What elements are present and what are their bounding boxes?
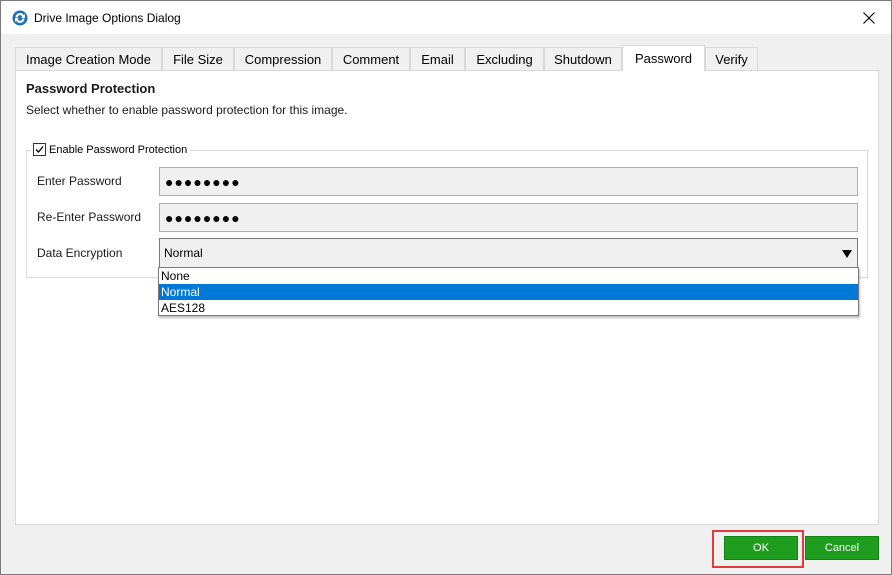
tab-file-size[interactable]: File Size [162,47,234,71]
tab-verify[interactable]: Verify [705,47,758,71]
data-encryption-label: Data Encryption [37,246,123,260]
dropdown-option-aes128[interactable]: AES128 [159,300,858,316]
close-button[interactable] [847,2,891,33]
reenter-password-label: Re-Enter Password [37,210,142,224]
checkmark-icon [35,146,44,153]
ok-button-highlight [712,530,804,568]
reenter-password-field[interactable]: ●●●●●●●● [159,203,858,232]
section-description: Select whether to enable password protec… [26,103,348,117]
tab-image-creation-mode[interactable]: Image Creation Mode [15,47,162,71]
cancel-button[interactable]: Cancel [805,536,879,560]
tab-compression[interactable]: Compression [234,47,332,71]
enter-password-field[interactable]: ●●●●●●●● [159,167,858,196]
enter-password-label: Enter Password [37,174,122,188]
dialog-window: Drive Image Options Dialog Image Creatio… [0,0,892,575]
dropdown-option-none[interactable]: None [159,268,858,284]
tab-email[interactable]: Email [410,47,465,71]
app-logo-icon [12,10,28,26]
close-icon [863,11,875,24]
enable-password-checkbox-row[interactable]: Enable Password Protection [31,143,191,156]
tab-shutdown[interactable]: Shutdown [544,47,622,71]
data-encryption-selected-value: Normal [164,246,203,260]
title-bar: Drive Image Options Dialog [1,1,891,34]
password-protection-group: Enable Password Protection Enter Passwor… [26,143,868,278]
data-encryption-dropdown-list: None Normal AES128 [158,267,859,316]
tab-strip: Image Creation Mode File Size Compressio… [15,45,879,71]
tab-excluding[interactable]: Excluding [465,47,544,71]
window-title: Drive Image Options Dialog [34,11,181,25]
dropdown-option-normal[interactable]: Normal [159,284,858,300]
enable-password-label: Enable Password Protection [49,143,188,156]
data-encryption-select[interactable]: Normal [159,238,858,268]
tab-comment[interactable]: Comment [332,47,410,71]
enable-password-checkbox[interactable] [33,143,46,156]
tab-password[interactable]: Password [622,45,705,71]
section-title: Password Protection [26,81,156,96]
dropdown-arrow-icon[interactable] [842,250,852,258]
